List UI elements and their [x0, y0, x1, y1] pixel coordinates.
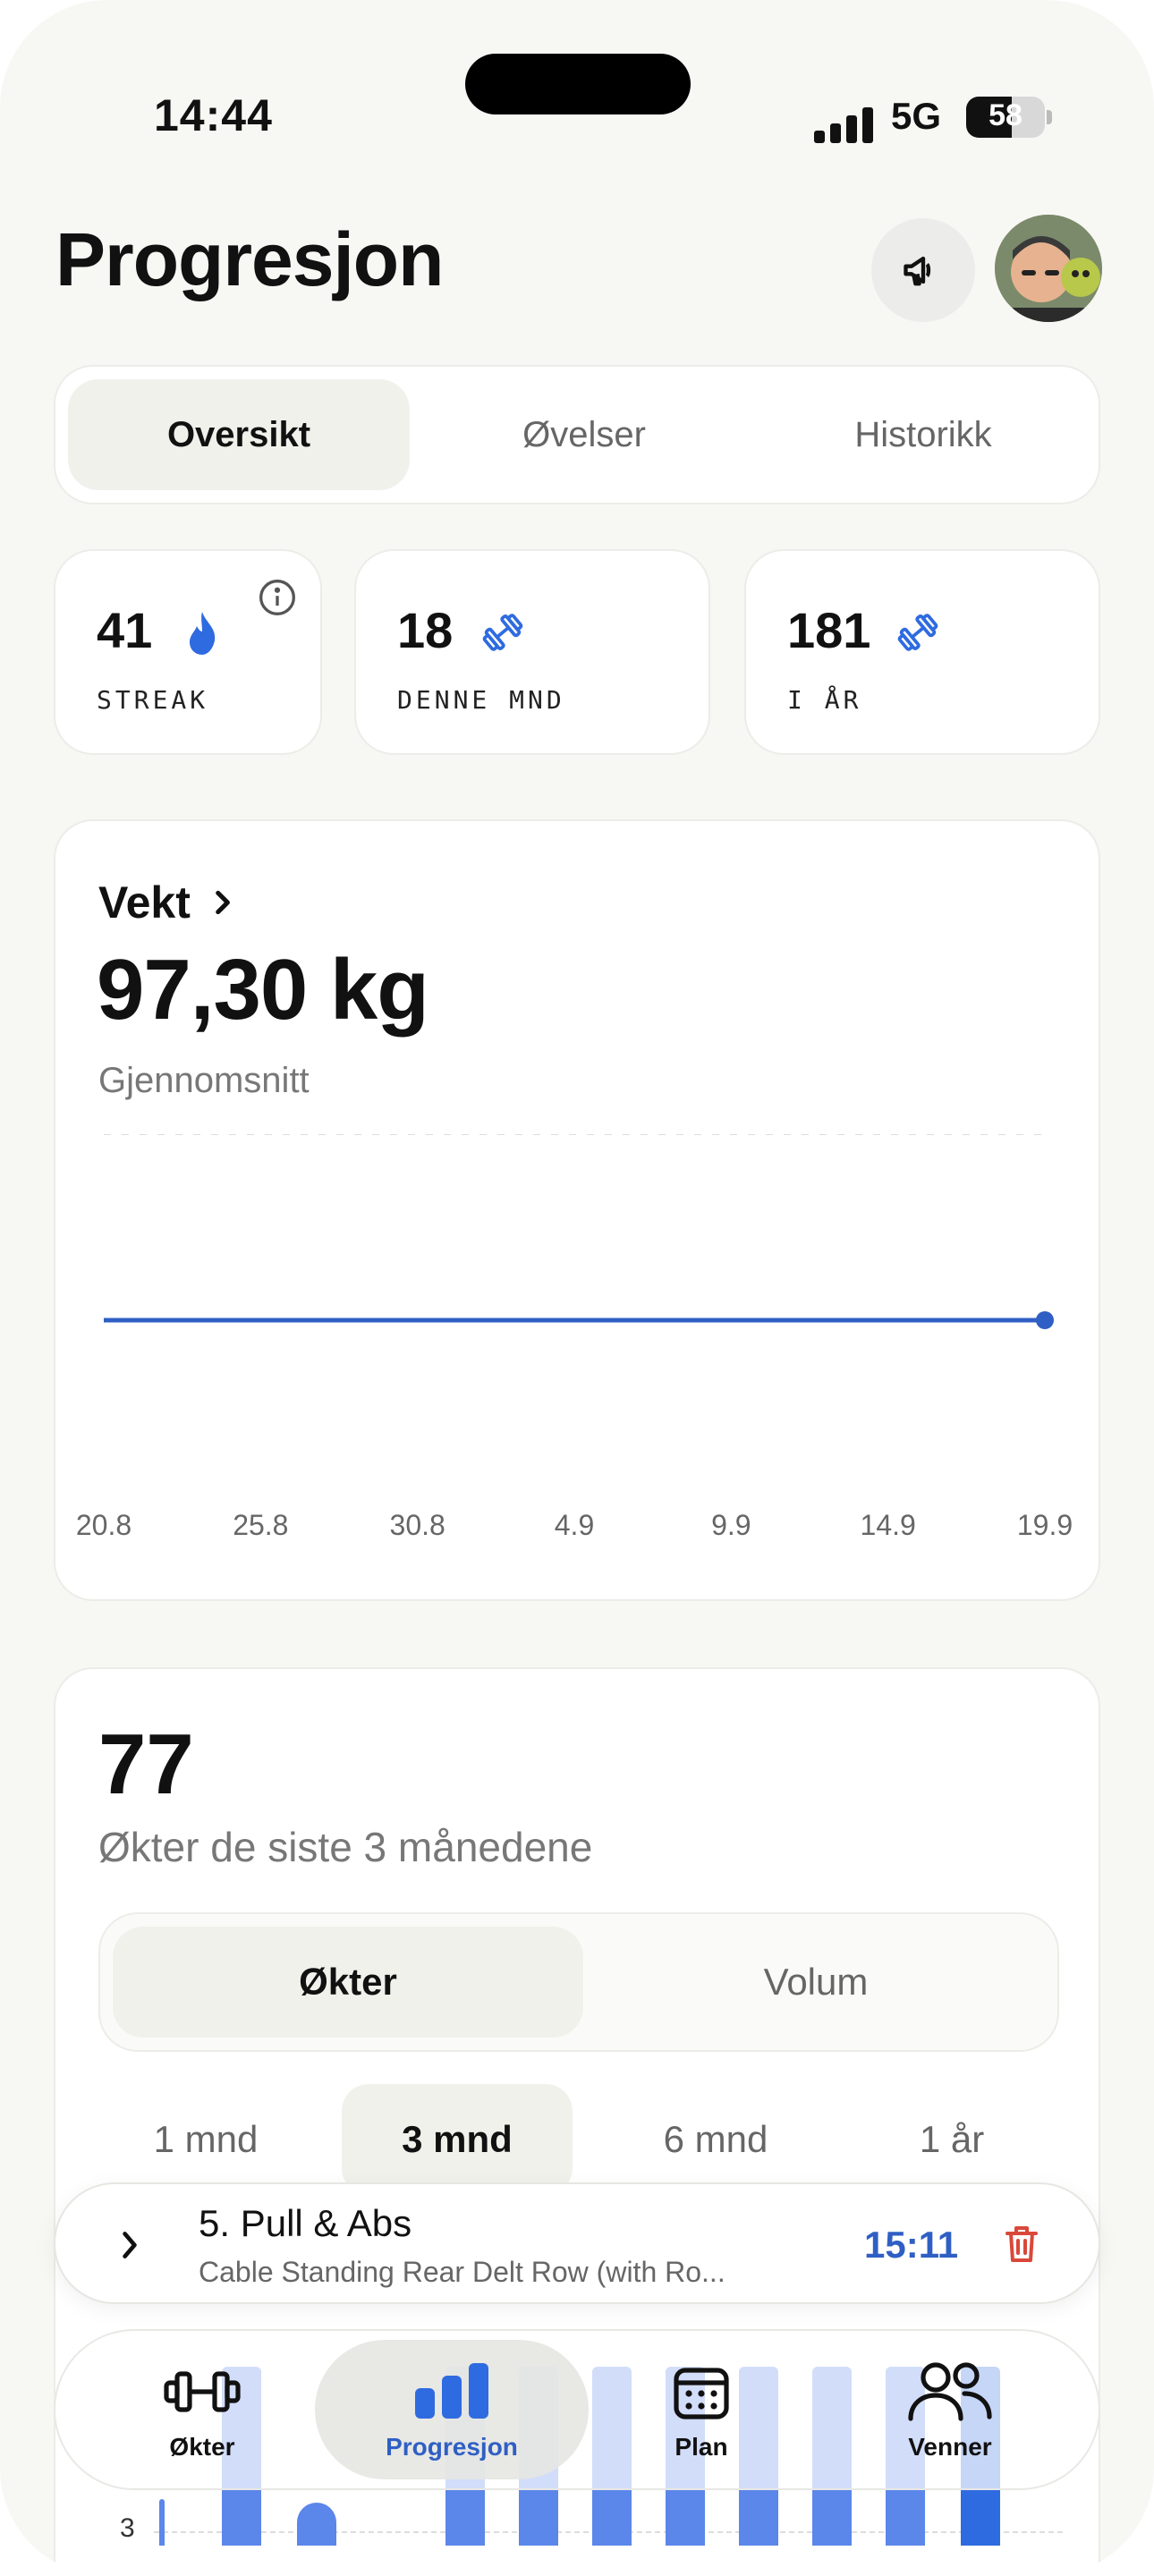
nav-label: Økter	[169, 2433, 235, 2461]
signal-icon	[814, 107, 875, 143]
info-icon[interactable]	[258, 578, 297, 617]
x-tick-label: 19.9	[1017, 1509, 1073, 1541]
x-tick-label: 4.9	[555, 1509, 594, 1541]
nav-label: Venner	[908, 2433, 992, 2461]
active-workout-bar[interactable]: 5. Pull & Abs Cable Standing Rear Delt R…	[54, 2182, 1100, 2304]
y-tick-label: 3	[120, 2513, 135, 2543]
x-tick-label: 14.9	[861, 1509, 916, 1541]
phone-frame: 14:44 5G 58 Progresjon Oversikt Øvelser …	[0, 0, 1154, 2576]
stat-value: 181	[787, 602, 871, 658]
chevron-right-icon	[216, 890, 230, 915]
sessions-count: 77	[98, 1716, 194, 1812]
tab-okter[interactable]: Økter	[113, 1927, 583, 2038]
mode-tabs: Økter Volum	[98, 1912, 1059, 2052]
weight-value: 97,30 kg	[97, 942, 429, 1038]
weight-card[interactable]: Vekt 97,30 kg Gjennomsnitt 20.8 25.8 30.8 4…	[54, 819, 1100, 1601]
tab-historikk[interactable]: Historikk	[757, 379, 1090, 490]
nav-label: Plan	[675, 2433, 728, 2461]
stat-value: 18	[397, 602, 454, 658]
trash-icon[interactable]	[1002, 2222, 1041, 2267]
bar-chart-icon	[415, 2363, 488, 2419]
megaphone-icon	[904, 256, 931, 286]
announcement-button[interactable]	[871, 218, 975, 322]
range-1-ar[interactable]: 1 år	[844, 2084, 1059, 2195]
weight-subtitle: Gjennomsnitt	[98, 1061, 310, 1100]
stat-label: I ÅR	[787, 685, 862, 715]
bar	[159, 2499, 165, 2546]
dynamic-island	[465, 54, 691, 114]
dumbbell-icon	[897, 614, 938, 651]
calendar-icon	[674, 2368, 729, 2419]
x-tick-label: 20.8	[76, 1509, 132, 1541]
battery-cap	[1047, 110, 1052, 124]
chevron-right-icon[interactable]	[120, 2229, 140, 2261]
nav-label: Progresjon	[386, 2433, 518, 2461]
weight-heading-row[interactable]: Vekt	[98, 877, 235, 928]
data-point[interactable]	[1036, 1311, 1054, 1329]
flame-icon	[190, 612, 216, 655]
app-screen: 14:44 5G 58 Progresjon Oversikt Øvelser …	[0, 0, 1154, 2576]
stat-label: DENNE MND	[397, 685, 565, 715]
network-label: 5G	[891, 95, 942, 137]
workout-exercise: Cable Standing Rear Delt Row (with Ro...	[199, 2256, 725, 2288]
weight-line-chart: 20.8 25.8 30.8 4.9 9.9 14.9 19.9	[76, 1134, 1073, 1541]
workout-timer: 15:11	[864, 2224, 959, 2266]
range-6-mnd[interactable]: 6 mnd	[599, 2084, 832, 2195]
friends-icon	[908, 2362, 992, 2421]
status-bar: 14:44 5G 58	[0, 54, 1154, 188]
battery-icon: 58	[966, 97, 1045, 138]
workout-title: 5. Pull & Abs	[199, 2202, 412, 2244]
stat-card-streak[interactable]: 41 STREAK	[54, 549, 322, 755]
range-3-mnd[interactable]: 3 mnd	[342, 2084, 573, 2195]
stat-card-month[interactable]: 18 DENNE MND	[354, 549, 710, 755]
x-tick-label: 25.8	[233, 1509, 288, 1541]
user-avatar[interactable]	[995, 215, 1102, 322]
stat-value: 41	[97, 602, 153, 658]
top-tabs: Oversikt Øvelser Historikk	[54, 365, 1100, 504]
sessions-subtitle: Økter de siste 3 månedene	[98, 1824, 593, 1870]
weight-heading: Vekt	[98, 877, 191, 928]
battery-level: 58	[989, 98, 1022, 132]
dumbbell-icon	[482, 614, 523, 651]
tab-volum[interactable]: Volum	[583, 1927, 1048, 2038]
bar	[297, 2503, 336, 2546]
range-tabs: 1 mnd 3 mnd 6 mnd 1 år	[98, 2084, 1059, 2195]
stat-card-year[interactable]: 181 I ÅR	[744, 549, 1100, 755]
dumbbell-icon	[164, 2371, 241, 2412]
status-time: 14:44	[154, 90, 273, 140]
x-tick-label: 30.8	[390, 1509, 445, 1541]
page-title: Progresjon	[55, 217, 444, 301]
stat-label: STREAK	[97, 685, 209, 715]
tab-ovelser[interactable]: Øvelser	[413, 379, 755, 490]
tab-oversikt[interactable]: Oversikt	[68, 379, 410, 490]
range-1-mnd[interactable]: 1 mnd	[98, 2084, 313, 2195]
x-tick-label: 9.9	[711, 1509, 751, 1541]
